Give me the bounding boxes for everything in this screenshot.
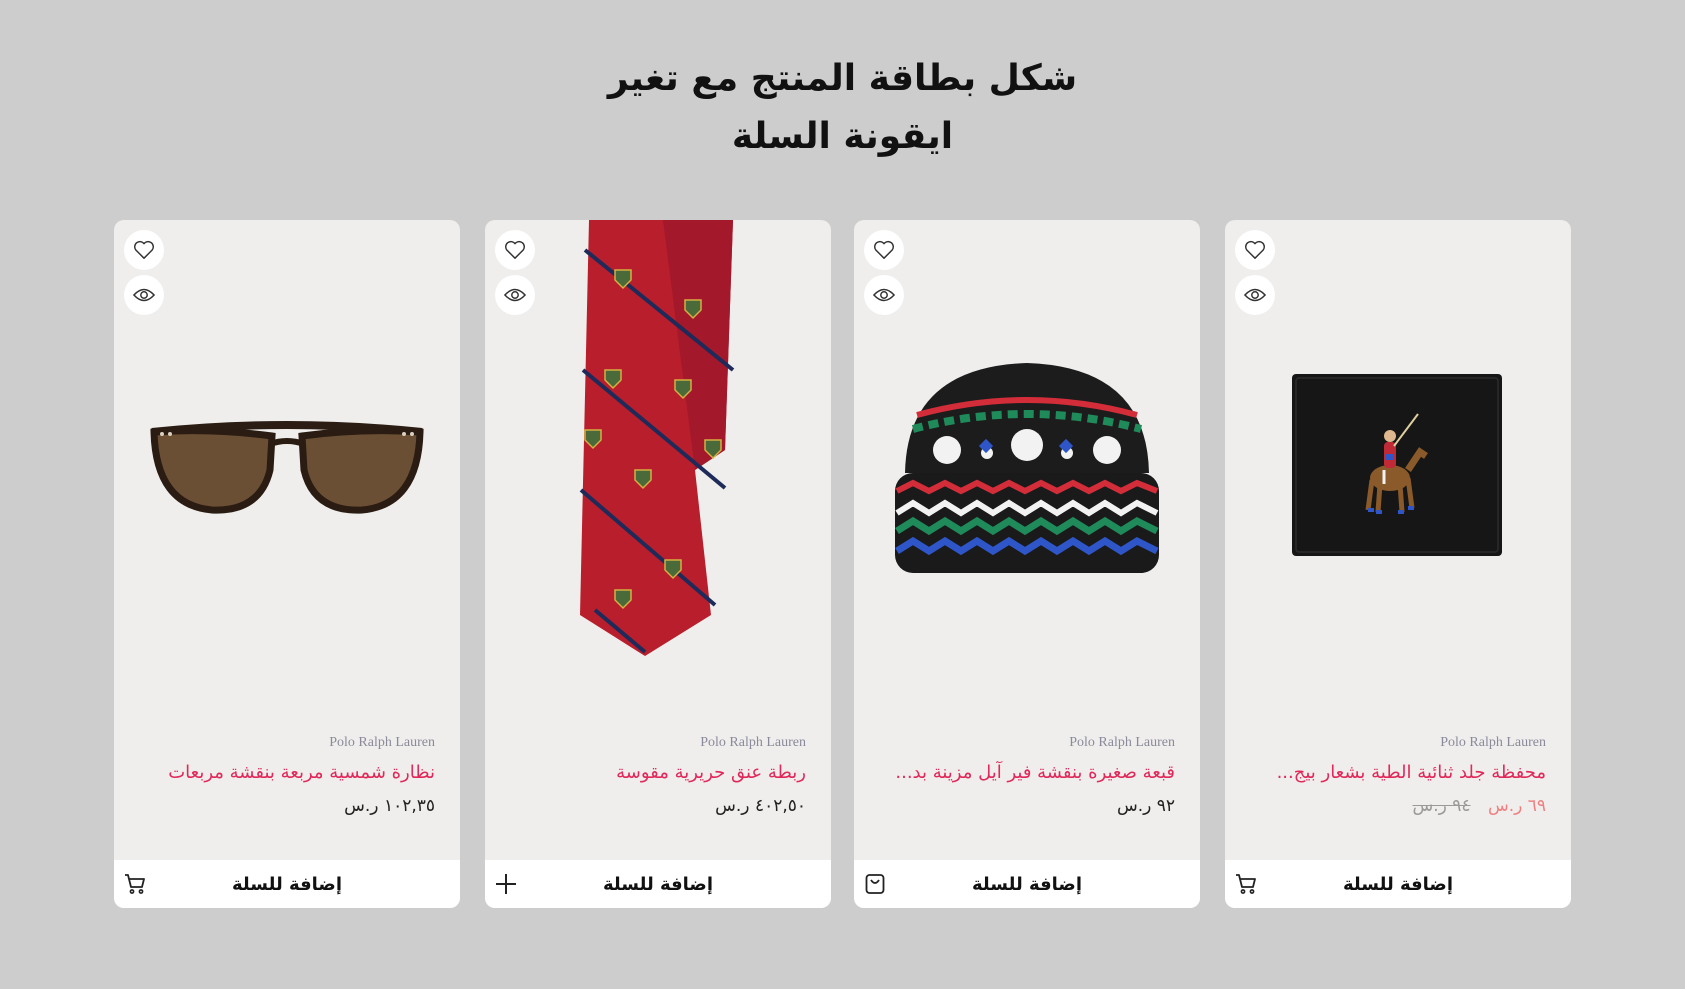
product-price: ٤٠٢,٥٠ ر.س (505, 794, 806, 818)
current-price: ٩٢ ر.س (1116, 796, 1175, 816)
product-price: ٦٩ ر.س ٩٤ ر.س (1245, 794, 1547, 818)
product-info: Polo Ralph Lauren ربطة عنق حريرية مقوسة … (505, 734, 806, 818)
product-name[interactable]: قبعة صغيرة بنقشة فير آيل مزينة بد... (874, 760, 1175, 786)
eye-icon (504, 288, 526, 302)
cart-icon (1233, 871, 1259, 897)
wishlist-button[interactable] (124, 230, 164, 270)
cart-icon (122, 871, 148, 897)
add-to-cart-label: إضافة للسلة (232, 873, 342, 895)
quick-view-button[interactable] (1235, 275, 1275, 315)
product-brand: Polo Ralph Lauren (1440, 735, 1546, 750)
shopping-bag-icon (862, 871, 888, 897)
plus-icon (493, 871, 519, 897)
sale-price: ٦٩ ر.س (1487, 796, 1546, 816)
product-image-silk-tie[interactable] (485, 220, 831, 710)
product-name[interactable]: محفظة جلد ثنائية الطية بشعار بيج... (1245, 760, 1546, 786)
add-to-cart-button[interactable]: إضافة للسلة (854, 860, 1200, 908)
product-image-sunglasses[interactable] (114, 220, 460, 710)
wishlist-button[interactable] (1235, 230, 1275, 270)
product-info: Polo Ralph Lauren نظارة شمسية مربعة بنقش… (134, 734, 435, 818)
product-name[interactable]: ربطة عنق حريرية مقوسة (505, 760, 806, 786)
page-title: شكل بطاقة المنتج مع تغير ايقونة السلة (0, 50, 1685, 166)
page-title-line-2: ايقونة السلة (731, 116, 954, 157)
add-to-cart-button[interactable]: إضافة للسلة (485, 860, 831, 908)
product-brand: Polo Ralph Lauren (700, 735, 806, 750)
product-info: Polo Ralph Lauren محفظة جلد ثنائية الطية… (1245, 734, 1546, 818)
current-price: ١٠٢,٣٥ ر.س (344, 796, 435, 816)
product-card[interactable]: Polo Ralph Lauren قبعة صغيرة بنقشة فير آ… (854, 220, 1200, 908)
product-price: ٩٢ ر.س (874, 794, 1175, 818)
add-to-cart-button[interactable]: إضافة للسلة (114, 860, 460, 908)
product-card[interactable]: Polo Ralph Lauren ربطة عنق حريرية مقوسة … (485, 220, 831, 908)
product-card[interactable]: Polo Ralph Lauren نظارة شمسية مربعة بنقش… (114, 220, 460, 908)
product-brand: Polo Ralph Lauren (329, 735, 435, 750)
page-title-line-1: شكل بطاقة المنتج مع تغير (607, 58, 1078, 99)
eye-icon (1244, 288, 1266, 302)
product-image-leather-wallet[interactable] (1225, 220, 1571, 710)
add-to-cart-label: إضافة للسلة (603, 873, 713, 895)
wishlist-button[interactable] (495, 230, 535, 270)
product-name[interactable]: نظارة شمسية مربعة بنقشة مربعات (134, 760, 435, 786)
product-brand: Polo Ralph Lauren (1069, 735, 1175, 750)
add-to-cart-button[interactable]: إضافة للسلة (1225, 860, 1571, 908)
original-price: ٩٤ ر.س (1412, 796, 1471, 816)
product-image-fair-isle-beanie[interactable] (854, 220, 1200, 710)
quick-view-button[interactable] (495, 275, 535, 315)
product-price: ١٠٢,٣٥ ر.س (134, 794, 435, 818)
heart-icon (134, 240, 154, 259)
add-to-cart-label: إضافة للسلة (1343, 873, 1453, 895)
heart-icon (1245, 240, 1265, 259)
eye-icon (873, 288, 895, 302)
wishlist-button[interactable] (864, 230, 904, 270)
current-price: ٤٠٢,٥٠ ر.س (715, 796, 806, 816)
heart-icon (874, 240, 894, 259)
product-info: Polo Ralph Lauren قبعة صغيرة بنقشة فير آ… (874, 734, 1175, 818)
product-card[interactable]: Polo Ralph Lauren محفظة جلد ثنائية الطية… (1225, 220, 1571, 908)
quick-view-button[interactable] (124, 275, 164, 315)
product-grid: Polo Ralph Lauren نظارة شمسية مربعة بنقش… (114, 220, 1571, 908)
eye-icon (133, 288, 155, 302)
add-to-cart-label: إضافة للسلة (972, 873, 1082, 895)
heart-icon (505, 240, 525, 259)
quick-view-button[interactable] (864, 275, 904, 315)
